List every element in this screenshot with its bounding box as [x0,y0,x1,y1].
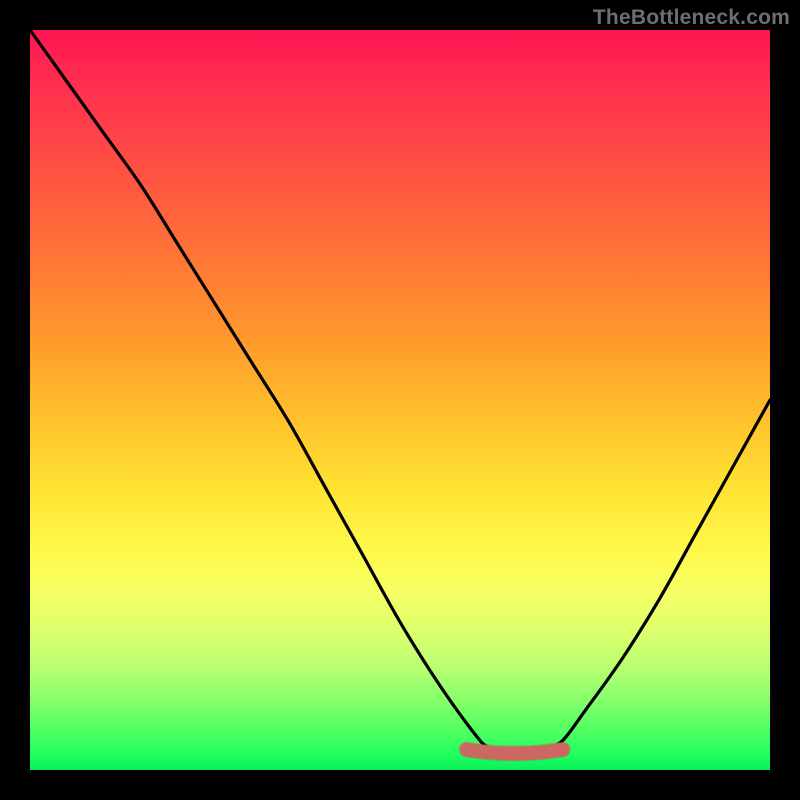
chart-svg [30,30,770,770]
watermark-text: TheBottleneck.com [593,6,790,30]
outer-black-frame: TheBottleneck.com [0,0,800,800]
bottleneck-curve-path [30,30,770,756]
flat-segment-outline [467,750,563,754]
